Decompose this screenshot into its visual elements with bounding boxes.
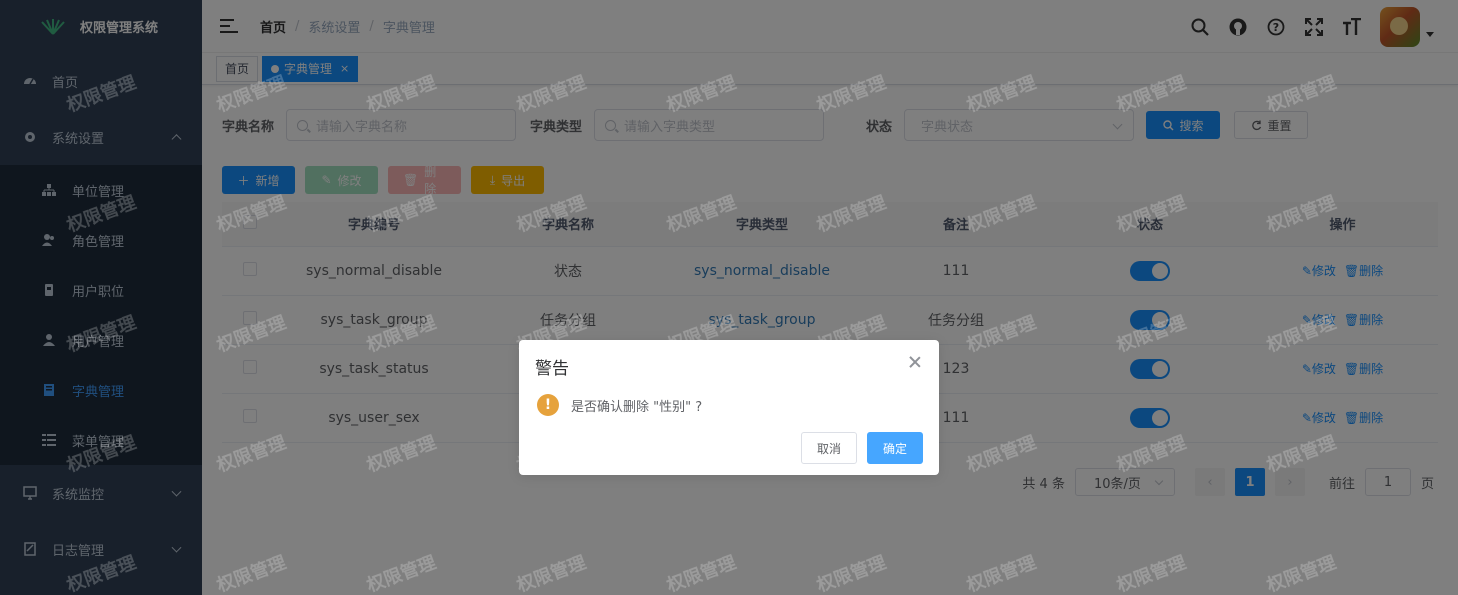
- dialog-title: 警告: [535, 359, 569, 379]
- cancel-button[interactable]: 取消: [801, 432, 857, 464]
- warning-icon: !: [537, 394, 559, 416]
- modal-mask[interactable]: [0, 0, 1458, 595]
- confirm-button[interactable]: 确定: [867, 432, 923, 464]
- close-icon[interactable]: [909, 356, 921, 368]
- dialog-message: 是否确认删除 "性别" ?: [571, 399, 703, 415]
- dialog-footer: 取消 确定: [801, 432, 923, 464]
- dialog-body: ! 是否确认删除 "性别" ?: [537, 394, 702, 416]
- confirm-dialog: 警告 ! 是否确认删除 "性别" ? 取消 确定: [519, 340, 939, 475]
